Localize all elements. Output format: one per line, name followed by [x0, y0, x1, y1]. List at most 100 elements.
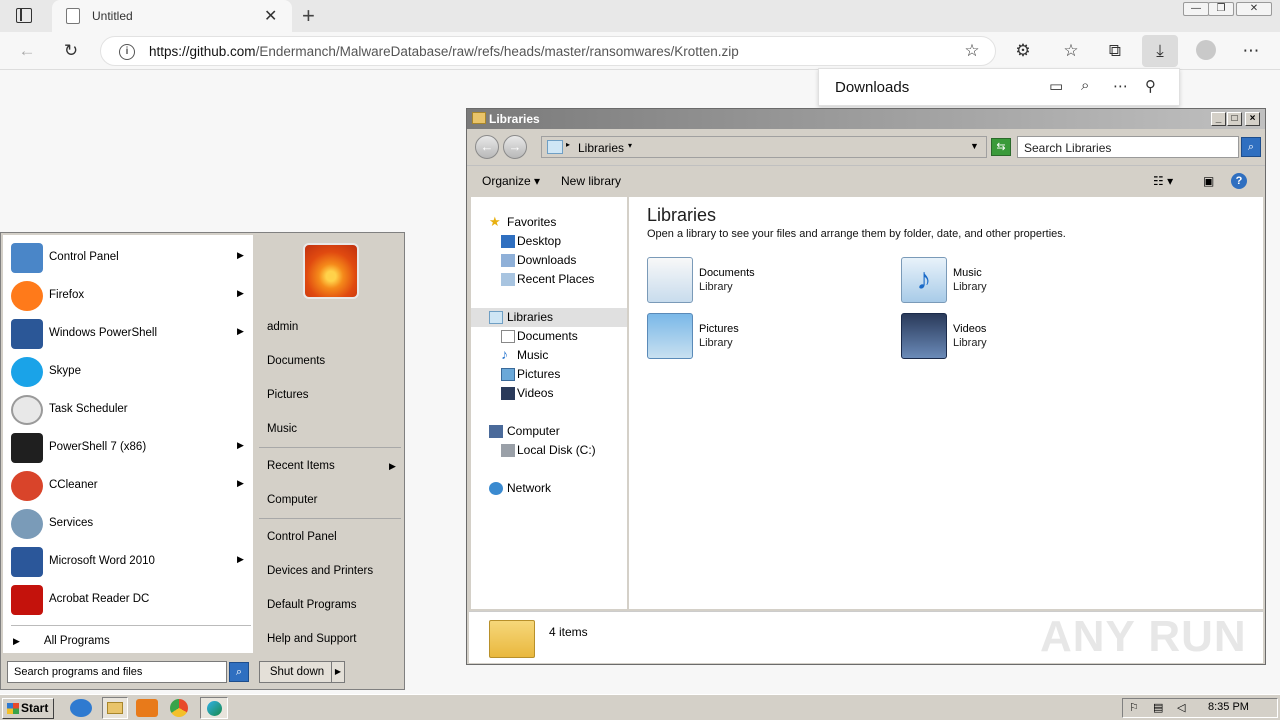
- nav-computer[interactable]: Computer: [471, 422, 627, 441]
- explorer-address-bar[interactable]: ▸ Libraries ▾ ▼: [541, 136, 987, 158]
- recent-places-icon: [501, 273, 515, 286]
- program-control-panel[interactable]: Control Panel ▶: [3, 239, 253, 277]
- more-icon[interactable]: ⋯: [1240, 40, 1262, 62]
- nav-local-disk[interactable]: Local Disk (C:): [471, 441, 627, 460]
- library-music[interactable]: ♪ Music Library: [901, 257, 1101, 307]
- nav-desktop[interactable]: Desktop: [471, 232, 627, 251]
- close-tab-icon[interactable]: ✕: [264, 6, 277, 26]
- program-task-scheduler[interactable]: Task Scheduler: [3, 391, 253, 429]
- chrome-icon[interactable]: [170, 699, 188, 717]
- search-icon[interactable]: ⌕: [229, 662, 249, 682]
- pin-icon[interactable]: ⚲: [1145, 77, 1156, 95]
- documents-library-icon: [647, 257, 693, 303]
- add-favorite-icon[interactable]: ☆: [961, 40, 983, 62]
- control-panel-link[interactable]: Control Panel: [267, 531, 337, 543]
- music-link[interactable]: Music: [267, 423, 297, 435]
- back-button[interactable]: ←: [475, 135, 499, 159]
- network-tray-icon[interactable]: ▤: [1153, 701, 1163, 714]
- explorer-maximize-button[interactable]: □: [1227, 112, 1242, 126]
- go-refresh-icon[interactable]: ⇆: [991, 138, 1011, 156]
- explorer-close-button[interactable]: ×: [1245, 112, 1260, 126]
- browser-tab[interactable]: Untitled ✕: [52, 0, 292, 32]
- default-programs-link[interactable]: Default Programs: [267, 599, 356, 611]
- nav-pictures[interactable]: Pictures: [471, 365, 627, 384]
- program-ccleaner[interactable]: CCleaner ▶: [3, 467, 253, 505]
- extensions-icon[interactable]: ⚙: [1012, 40, 1034, 62]
- flag-icon[interactable]: ⚐: [1129, 701, 1139, 714]
- organize-button[interactable]: Organize ▾: [482, 174, 540, 188]
- help-icon[interactable]: ?: [1231, 173, 1247, 189]
- back-icon[interactable]: ←: [16, 40, 38, 62]
- edge-taskbar-button[interactable]: [200, 697, 228, 719]
- program-acrobat-reader[interactable]: Acrobat Reader DC: [3, 581, 253, 619]
- program-firefox[interactable]: Firefox ▶: [3, 277, 253, 315]
- more-options-icon[interactable]: ⋯: [1113, 77, 1128, 95]
- browser-tab-bar: Untitled ✕ + — ❐ ✕: [0, 0, 1280, 32]
- address-dropdown-icon[interactable]: ▼: [970, 141, 979, 151]
- breadcrumb[interactable]: Libraries: [578, 141, 624, 155]
- nav-documents[interactable]: Documents: [471, 327, 627, 346]
- search-icon[interactable]: ⌕: [1081, 77, 1089, 94]
- view-options-icon[interactable]: ☷ ▾: [1153, 174, 1173, 188]
- nav-downloads[interactable]: Downloads: [471, 251, 627, 270]
- control-panel-icon: [11, 243, 43, 273]
- clock[interactable]: 8:35 PM: [1208, 701, 1249, 713]
- explorer-minimize-button[interactable]: _: [1211, 112, 1226, 126]
- search-programs-input[interactable]: Search programs and files: [7, 661, 227, 683]
- url-field[interactable]: i https://github.com/Endermanch/MalwareD…: [100, 36, 996, 66]
- program-windows-powershell[interactable]: Windows PowerShell ▶: [3, 315, 253, 353]
- nav-libraries[interactable]: Libraries: [471, 308, 627, 327]
- nav-music[interactable]: ♪ Music: [471, 346, 627, 365]
- chevron-down-icon[interactable]: ▾: [628, 141, 632, 150]
- ie-icon[interactable]: [70, 699, 92, 717]
- media-player-icon[interactable]: [136, 699, 158, 717]
- computer-link[interactable]: Computer: [267, 494, 318, 506]
- program-powershell-7[interactable]: PowerShell 7 (x86) ▶: [3, 429, 253, 467]
- nav-network[interactable]: Network: [471, 479, 627, 498]
- explorer-titlebar[interactable]: Libraries _ □ ×: [467, 109, 1265, 129]
- program-word-2010[interactable]: Microsoft Word 2010 ▶: [3, 543, 253, 581]
- library-pictures[interactable]: Pictures Library: [647, 313, 847, 363]
- new-library-button[interactable]: New library: [561, 174, 621, 188]
- search-icon[interactable]: ⌕: [1241, 137, 1261, 157]
- explorer-search-input[interactable]: Search Libraries: [1017, 136, 1239, 158]
- favorites-icon[interactable]: ☆: [1060, 40, 1082, 62]
- submenu-arrow-icon: ▶: [237, 478, 244, 488]
- nav-favorites[interactable]: ★ Favorites: [471, 213, 627, 232]
- new-tab-button[interactable]: +: [302, 3, 315, 29]
- site-info-icon[interactable]: i: [119, 44, 135, 60]
- open-folder-icon[interactable]: ▭: [1049, 77, 1063, 95]
- devices-printers-link[interactable]: Devices and Printers: [267, 565, 373, 577]
- program-skype[interactable]: Skype: [3, 353, 253, 391]
- shutdown-button[interactable]: Shut down: [259, 661, 335, 683]
- collections-icon[interactable]: ⧉: [1104, 40, 1126, 62]
- taskbar: Start ⚐ ▤ ◁ 8:35 PM: [0, 694, 1280, 720]
- download-icon[interactable]: ⤓: [1149, 40, 1171, 62]
- tab-actions-icon[interactable]: [16, 8, 32, 23]
- start-button[interactable]: Start: [2, 698, 54, 719]
- user-picture[interactable]: [303, 243, 359, 299]
- program-services[interactable]: Services: [3, 505, 253, 543]
- forward-button[interactable]: →: [503, 135, 527, 159]
- volume-icon[interactable]: ◁: [1177, 701, 1185, 714]
- minimize-button[interactable]: —: [1183, 2, 1209, 16]
- restore-button[interactable]: ❐: [1208, 2, 1234, 16]
- nav-recent-places[interactable]: Recent Places: [471, 270, 627, 289]
- profile-avatar[interactable]: [1196, 40, 1216, 60]
- refresh-icon[interactable]: ↻: [60, 40, 82, 62]
- chevron-right-icon[interactable]: ▸: [566, 140, 570, 149]
- window-title: Libraries: [489, 112, 540, 126]
- library-documents[interactable]: Documents Library: [647, 257, 847, 307]
- user-name-link[interactable]: admin: [267, 321, 298, 333]
- shutdown-options-button[interactable]: ▶: [331, 661, 345, 683]
- explorer-taskbar-button[interactable]: [102, 697, 128, 719]
- documents-link[interactable]: Documents: [267, 355, 325, 367]
- recent-items-link[interactable]: Recent Items: [267, 460, 335, 472]
- nav-videos[interactable]: Videos: [471, 384, 627, 403]
- library-videos[interactable]: Videos Library: [901, 313, 1101, 363]
- close-button[interactable]: ✕: [1236, 2, 1272, 16]
- help-support-link[interactable]: Help and Support: [267, 633, 357, 645]
- preview-pane-icon[interactable]: ▣: [1203, 174, 1214, 188]
- pictures-link[interactable]: Pictures: [267, 389, 309, 401]
- all-programs-button[interactable]: ▶ All Programs: [13, 635, 110, 647]
